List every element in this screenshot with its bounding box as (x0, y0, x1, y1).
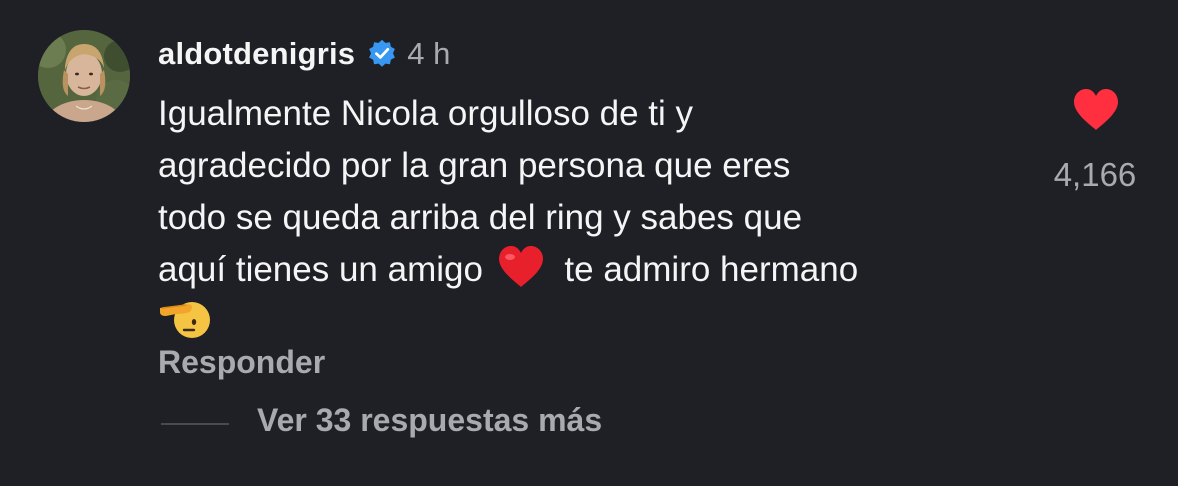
saluting-face-emoji-icon (160, 302, 210, 338)
like-count[interactable]: 4,166 (1030, 156, 1160, 194)
verified-badge-icon (369, 39, 396, 67)
comment-line-text: te admiro hermano (564, 250, 859, 289)
comment-text: Igualmente Nicola orgulloso de ti y agra… (158, 88, 1038, 349)
replies-divider (161, 423, 229, 425)
comment-line: agradecido por la gran persona que eres (158, 146, 791, 185)
profile-photo (38, 30, 130, 122)
avatar[interactable] (38, 30, 130, 122)
heart-emoji-icon (498, 246, 543, 287)
like-heart-fill (1074, 89, 1118, 130)
view-replies-button[interactable]: Ver 33 respuestas más (257, 402, 602, 439)
comment-header: aldotdenigris 4 h (158, 30, 450, 78)
like-heart-icon[interactable] (1072, 88, 1120, 132)
reply-button[interactable]: Responder (158, 344, 325, 381)
comment-line: todo se queda arriba del ring y sabes qu… (158, 198, 803, 237)
username[interactable]: aldotdenigris (158, 36, 355, 72)
comment-line-text: aquí tienes un amigo (158, 250, 483, 289)
comment-line: aquí tienes un amigo te admiro hermano (158, 244, 1038, 296)
comment-line (158, 296, 1038, 349)
comment-line: Igualmente Nicola orgulloso de ti y (158, 94, 694, 133)
comment-time: 4 h (407, 36, 451, 71)
